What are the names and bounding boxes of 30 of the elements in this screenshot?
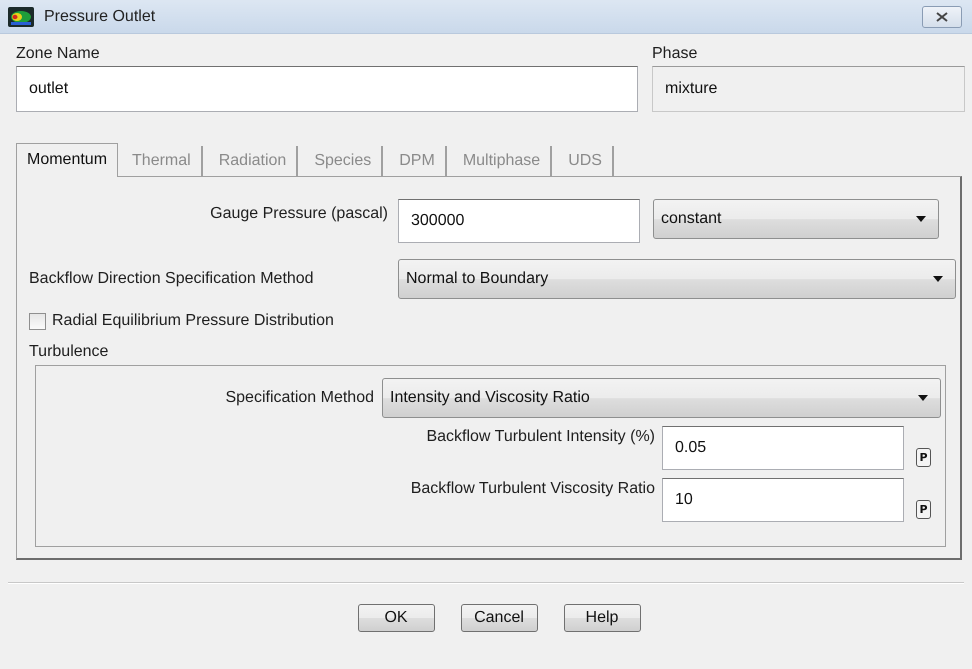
field-label: Backflow Direction Specification Method [29, 270, 315, 288]
close-button[interactable] [922, 6, 962, 28]
input-field[interactable]: 0.05 [662, 426, 904, 470]
dropdown[interactable]: Intensity and Viscosity Ratio [382, 378, 941, 418]
caret-icon [933, 276, 943, 282]
close-icon [936, 12, 948, 22]
ok-button[interactable]: OK [358, 604, 434, 632]
pressure-field[interactable]: 300000 [398, 199, 640, 243]
caret-icon [918, 395, 928, 401]
parameter-button[interactable]: P [916, 500, 931, 519]
cancel-button[interactable]: Cancel [460, 604, 538, 632]
field-label: Specification Method [224, 389, 375, 407]
caret-icon [916, 216, 926, 222]
field-label: Backflow Turbulent Viscosity Ratio [410, 479, 656, 498]
dropdown[interactable]: constant [653, 199, 939, 239]
field-label: Phase [652, 44, 698, 64]
window-title: Pressure Outlet [44, 8, 156, 26]
zone-name-field[interactable]: outlet [16, 66, 638, 112]
field-label: Gauge Pressure (pascal) [209, 204, 389, 223]
app-icon [8, 6, 34, 26]
input-field[interactable]: 10 [662, 478, 904, 522]
checkbox-label: Radial Equilibrium Pressure Distribution [52, 312, 334, 330]
field-label: Zone Name [16, 44, 101, 64]
field-label: Backflow Turbulent Intensity (%) [425, 427, 656, 446]
group-label: Turbulence [29, 343, 110, 361]
dropdown[interactable]: Normal to Boundary [398, 259, 956, 299]
help-button[interactable]: Help [564, 604, 640, 632]
tab[interactable]: Momentum [16, 143, 118, 177]
checkbox[interactable] [29, 312, 46, 330]
parameter-button[interactable]: P [916, 448, 931, 467]
